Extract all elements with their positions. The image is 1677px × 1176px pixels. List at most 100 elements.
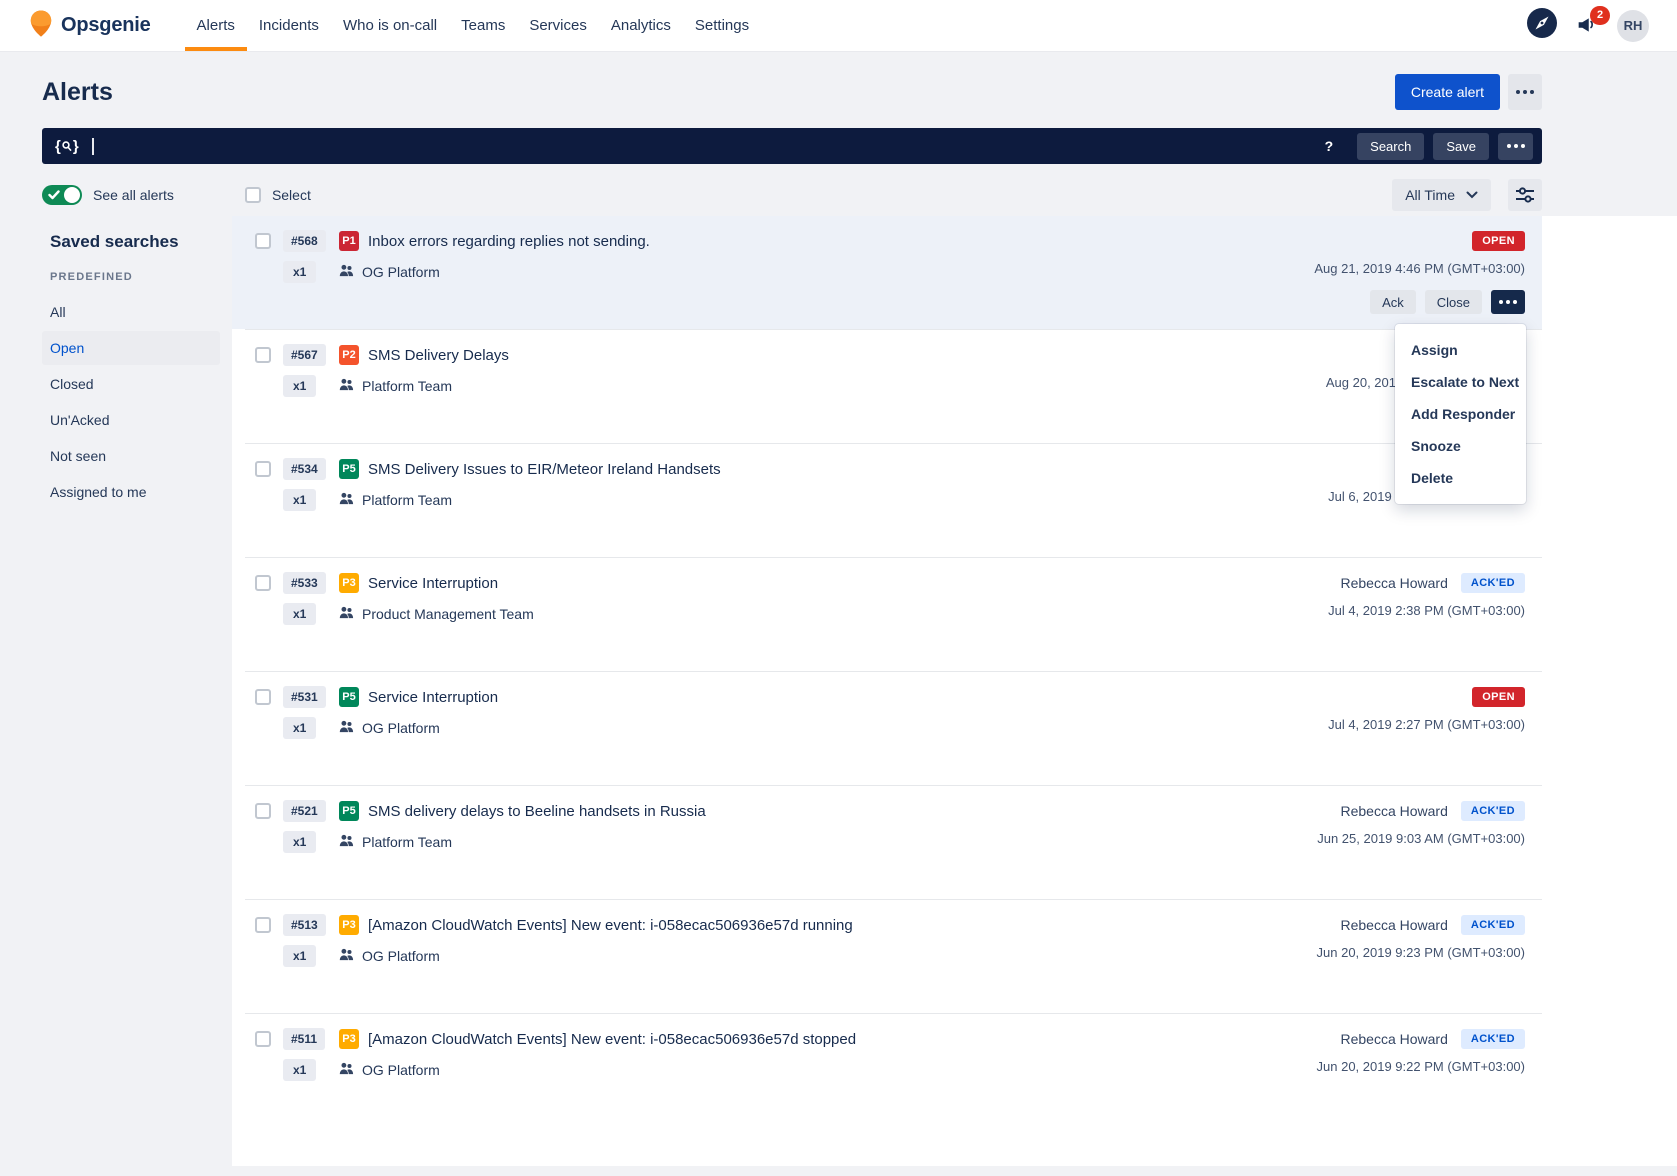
alert-title[interactable]: Service Interruption	[368, 575, 498, 592]
sidebar-item-assigned-to-me[interactable]: Assigned to me	[42, 475, 220, 509]
sidebar-item-not-seen[interactable]: Not seen	[42, 439, 220, 473]
row-checkbox[interactable]	[255, 461, 271, 477]
alert-title[interactable]: Inbox errors regarding replies not sendi…	[368, 233, 650, 250]
alert-count-badge: x1	[283, 603, 316, 625]
search-more-button[interactable]	[1498, 133, 1533, 160]
nav-link-analytics[interactable]: Analytics	[599, 0, 683, 51]
status-badge: ACK'ED	[1461, 573, 1525, 593]
team-name: OG Platform	[362, 1062, 440, 1078]
alert-search-bar: {} ? Search Save	[42, 128, 1542, 164]
alert-row[interactable]: #511 x1 P3 [Amazon CloudWatch Events] Ne…	[232, 1014, 1542, 1127]
alert-title[interactable]: SMS Delivery Issues to EIR/Meteor Irelan…	[368, 461, 721, 478]
team-name: OG Platform	[362, 264, 440, 280]
alert-title[interactable]: SMS delivery delays to Beeline handsets …	[368, 803, 706, 820]
row-right: OPEN Aug 21, 2019 4:46 PM (GMT+03:00) Ac…	[1314, 230, 1525, 314]
avatar[interactable]: RH	[1617, 10, 1649, 42]
team-name: Platform Team	[362, 378, 452, 394]
status-badge: OPEN	[1472, 687, 1525, 707]
row-right: Rebecca Howard ACK'ED Jun 20, 2019 9:23 …	[1317, 914, 1525, 963]
alert-row[interactable]: #513 x1 P3 [Amazon CloudWatch Events] Ne…	[232, 900, 1542, 1013]
alert-count-badge: x1	[283, 717, 316, 739]
create-alert-button[interactable]: Create alert	[1395, 74, 1500, 110]
alert-row[interactable]: #567 x1 P2 SMS Delivery Delays Platform …	[232, 330, 1542, 443]
select-all-checkbox[interactable]	[245, 187, 261, 203]
save-search-button[interactable]: Save	[1433, 133, 1489, 160]
row-right: Rebecca Howard ACK'ED Jun 25, 2019 9:03 …	[1317, 800, 1525, 849]
notifications-icon[interactable]: 2	[1575, 14, 1599, 38]
row-checkbox[interactable]	[255, 575, 271, 591]
menu-item-add-responder[interactable]: Add Responder	[1395, 398, 1526, 430]
sidebar-item-unacked[interactable]: Un'Acked	[42, 403, 220, 437]
opsgenie-brand[interactable]: Opsgenie	[30, 0, 151, 51]
menu-item-snooze[interactable]: Snooze	[1395, 430, 1526, 462]
priority-badge: P5	[339, 687, 359, 707]
filter-sliders-button[interactable]	[1508, 179, 1542, 211]
see-all-alerts-toggle[interactable]	[42, 185, 82, 205]
menu-item-assign[interactable]: Assign	[1395, 334, 1526, 366]
alert-row[interactable]: #531 x1 P5 Service Interruption OG Platf…	[232, 672, 1542, 785]
row-badges: #531 x1	[283, 686, 327, 739]
status-badge: ACK'ED	[1461, 915, 1525, 935]
team-icon	[339, 834, 354, 850]
alert-list: #568 x1 P1 Inbox errors regarding replie…	[232, 216, 1677, 1166]
ellipsis-icon	[1499, 300, 1517, 304]
row-checkbox[interactable]	[255, 1031, 271, 1047]
alert-row[interactable]: #568 x1 P1 Inbox errors regarding replie…	[232, 216, 1542, 329]
row-actions: Ack Close AssignEscalate to NextAdd Resp…	[1370, 290, 1525, 314]
team-icon	[339, 606, 354, 622]
row-badges: #534 x1	[283, 458, 327, 511]
nav-link-services[interactable]: Services	[517, 0, 599, 51]
alert-timestamp: Jul 4, 2019 2:38 PM (GMT+03:00)	[1328, 603, 1525, 621]
nav-link-alerts[interactable]: Alerts	[185, 0, 247, 51]
nav-link-who-is-on-call[interactable]: Who is on-call	[331, 0, 449, 51]
nav-link-teams[interactable]: Teams	[449, 0, 517, 51]
saved-searches-sidebar: Saved searches PREDEFINED All Open Close…	[42, 232, 220, 511]
sidebar-item-all[interactable]: All	[42, 295, 220, 329]
team-icon	[339, 492, 354, 508]
team-icon	[339, 264, 354, 280]
alert-timestamp: Jul 4, 2019 2:27 PM (GMT+03:00)	[1328, 717, 1525, 735]
ack-button[interactable]: Ack	[1370, 290, 1416, 314]
alert-id-badge: #513	[283, 914, 326, 936]
menu-item-escalate-to-next[interactable]: Escalate to Next	[1395, 366, 1526, 398]
row-right: Rebecca Howard ACK'ED Jun 20, 2019 9:22 …	[1317, 1028, 1525, 1077]
time-filter-dropdown[interactable]: All Time	[1392, 179, 1491, 211]
alert-id-badge: #531	[283, 686, 326, 708]
alert-title[interactable]: SMS Delivery Delays	[368, 347, 509, 364]
chevron-down-icon	[1466, 191, 1478, 199]
alert-title[interactable]: [Amazon CloudWatch Events] New event: i-…	[368, 917, 853, 934]
alert-title[interactable]: [Amazon CloudWatch Events] New event: i-…	[368, 1031, 856, 1048]
alert-row[interactable]: #533 x1 P3 Service Interruption Product …	[232, 558, 1542, 671]
alert-row[interactable]: #534 x1 P5 SMS Delivery Issues to EIR/Me…	[232, 444, 1542, 557]
top-navbar: Opsgenie Alerts Incidents Who is on-call…	[0, 0, 1677, 52]
status-badge: ACK'ED	[1461, 1029, 1525, 1049]
menu-item-delete[interactable]: Delete	[1395, 462, 1526, 494]
search-button[interactable]: Search	[1357, 133, 1424, 160]
row-checkbox[interactable]	[255, 689, 271, 705]
alert-title[interactable]: Service Interruption	[368, 689, 498, 706]
search-help-button[interactable]: ?	[1325, 138, 1334, 154]
row-badges: #511 x1	[283, 1028, 327, 1081]
nav-link-incidents[interactable]: Incidents	[247, 0, 331, 51]
alert-row[interactable]: #521 x1 P5 SMS delivery delays to Beelin…	[232, 786, 1542, 899]
alert-count-badge: x1	[283, 375, 316, 397]
compass-icon[interactable]	[1527, 8, 1557, 43]
ellipsis-icon	[1516, 90, 1534, 94]
alert-id-badge: #533	[283, 572, 326, 594]
page-header-area: Alerts Create alert {} ? Search Save See…	[42, 74, 1542, 213]
row-checkbox[interactable]	[255, 917, 271, 933]
alert-search-input[interactable]	[98, 128, 1325, 164]
nav-link-settings[interactable]: Settings	[683, 0, 761, 51]
row-checkbox[interactable]	[255, 347, 271, 363]
sidebar-item-closed[interactable]: Closed	[42, 367, 220, 401]
header-more-button[interactable]	[1508, 74, 1542, 110]
row-badges: #513 x1	[283, 914, 327, 967]
alert-id-badge: #534	[283, 458, 326, 480]
priority-badge: P2	[339, 345, 359, 365]
row-checkbox[interactable]	[255, 233, 271, 249]
row-checkbox[interactable]	[255, 803, 271, 819]
sidebar-item-open[interactable]: Open	[42, 331, 220, 365]
row-more-button[interactable]	[1491, 290, 1525, 314]
close-button[interactable]: Close	[1425, 290, 1482, 314]
priority-badge: P5	[339, 801, 359, 821]
